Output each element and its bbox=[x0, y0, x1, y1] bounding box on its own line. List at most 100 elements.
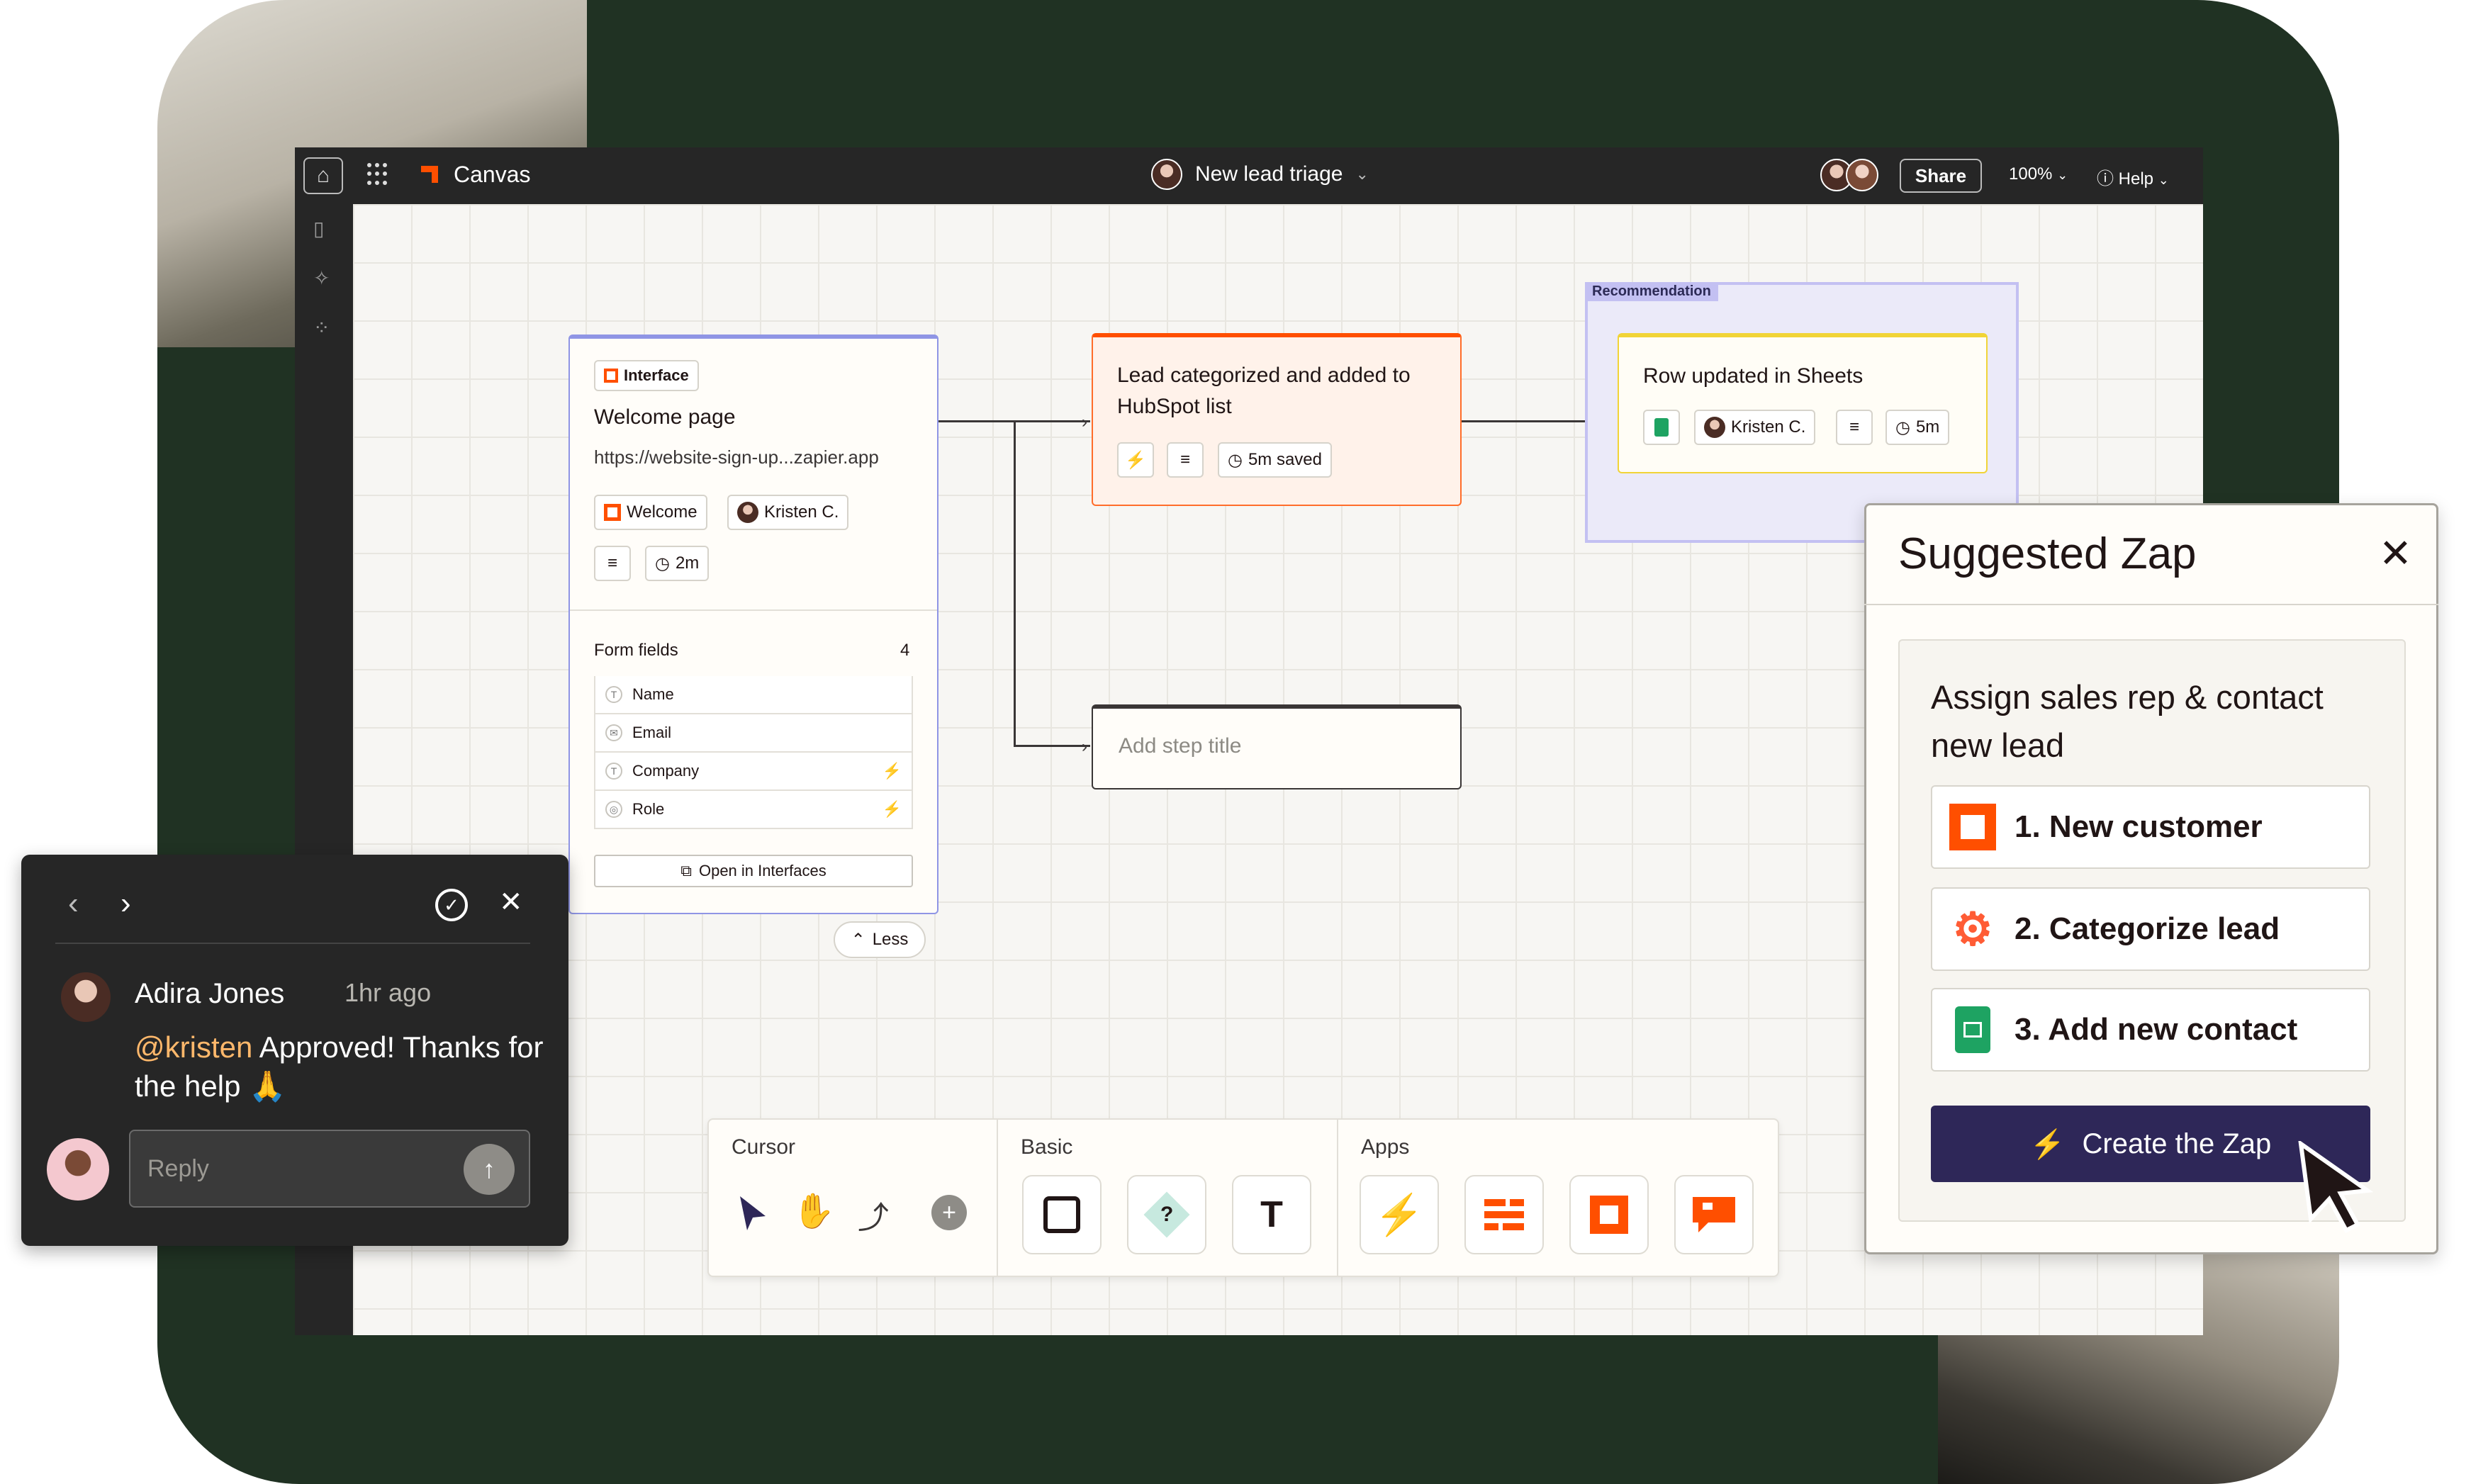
suggested-zap-title: Suggested Zap bbox=[1898, 529, 2197, 578]
bolt-icon: ⚡ bbox=[2029, 1128, 2066, 1160]
field-name: Company bbox=[632, 762, 700, 780]
tables-app-button[interactable] bbox=[1464, 1175, 1544, 1254]
notes-icon[interactable]: ≡ bbox=[1167, 442, 1204, 478]
resolve-check-icon[interactable]: ✓ bbox=[435, 889, 468, 921]
zoom-dropdown[interactable]: 100% ⌄ bbox=[2009, 164, 2068, 184]
text-icon: T bbox=[1260, 1194, 1283, 1235]
hubspot-icon: ⚙ bbox=[1952, 903, 1993, 955]
notes-icon[interactable]: ≡ bbox=[1836, 410, 1873, 445]
open-in-interfaces-button[interactable]: ⧉ Open in Interfaces bbox=[594, 855, 913, 887]
zap-step-categorize-lead[interactable]: ⚙ 2. Categorize lead bbox=[1931, 887, 2370, 971]
step-label: 1. New customer bbox=[2015, 809, 2263, 844]
book-icon[interactable]: ▯ bbox=[313, 217, 324, 240]
zap-app-button[interactable]: ⚡ bbox=[1360, 1175, 1439, 1254]
zap-step-add-contact[interactable]: 3. Add new contact bbox=[1931, 988, 2370, 1072]
shape-decision-button[interactable]: ? bbox=[1127, 1175, 1206, 1254]
form-fields-label: Form fields bbox=[594, 641, 678, 660]
app-title: Canvas bbox=[454, 162, 531, 187]
add-step-title-input[interactable]: Add step title bbox=[1119, 734, 1241, 758]
timer-icon: ◷ bbox=[655, 553, 670, 573]
notes-icon[interactable]: ≡ bbox=[594, 546, 631, 581]
owner-pill[interactable]: Kristen C. bbox=[1694, 410, 1816, 445]
zoom-level: 100% bbox=[2009, 164, 2053, 184]
basic-section-label: Basic bbox=[1021, 1135, 1073, 1159]
zap-name-dropdown[interactable]: New lead triage ⌄ bbox=[1151, 159, 1369, 190]
select-type-icon: ◎ bbox=[605, 801, 622, 818]
step-label: 2. Categorize lead bbox=[2015, 911, 2280, 946]
time-label: 2m bbox=[675, 553, 700, 573]
pointer-icon[interactable] bbox=[737, 1195, 768, 1232]
sparkle-icon[interactable]: ✧ bbox=[313, 266, 330, 290]
components-icon[interactable]: ⁘ bbox=[313, 316, 330, 339]
help-dropdown[interactable]: ⓘ Help ⌄ bbox=[2097, 164, 2169, 189]
chevron-left-icon[interactable]: ‹ bbox=[68, 886, 79, 921]
less-button[interactable]: ⌃ Less bbox=[834, 921, 926, 958]
chevron-down-icon: ⌄ bbox=[2057, 168, 2068, 182]
square-icon bbox=[1043, 1196, 1080, 1233]
cursor-section-label: Cursor bbox=[732, 1135, 796, 1159]
form-field-row[interactable]: T Company ⚡ bbox=[594, 753, 913, 791]
time-pill: ◷ 2m bbox=[645, 546, 710, 581]
comment-time: 1hr ago bbox=[344, 978, 432, 1007]
toolbar-divider bbox=[1337, 1120, 1338, 1276]
canvas-logo-icon bbox=[421, 166, 438, 183]
text-tool-button[interactable]: T bbox=[1232, 1175, 1311, 1254]
interfaces-app-button[interactable] bbox=[1569, 1175, 1649, 1254]
share-button[interactable]: Share bbox=[1900, 159, 1982, 193]
shape-square-button[interactable] bbox=[1022, 1175, 1102, 1254]
external-link-icon: ⧉ bbox=[680, 862, 692, 879]
chatbots-app-button[interactable] bbox=[1674, 1175, 1754, 1254]
owner-pill[interactable]: Kristen C. bbox=[727, 495, 849, 530]
sheets-step-title: Row updated in Sheets bbox=[1643, 364, 1864, 388]
step-label: 3. Add new contact bbox=[2015, 1012, 2298, 1047]
apps-section-label: Apps bbox=[1361, 1135, 1410, 1159]
comment-text: @kristen Approved! Thanks for the help 🙏 bbox=[135, 1028, 546, 1106]
form-field-row[interactable]: ◎ Role ⚡ bbox=[594, 791, 913, 829]
hand-icon[interactable]: ✋ bbox=[792, 1191, 835, 1231]
open-label: Open in Interfaces bbox=[698, 862, 826, 879]
bolt-icon: ⚡ bbox=[882, 800, 902, 818]
apps-grid-icon[interactable] bbox=[367, 163, 390, 186]
bolt-icon[interactable]: ⚡ bbox=[1117, 442, 1154, 478]
text-type-icon: T bbox=[605, 763, 622, 780]
avatar bbox=[737, 502, 758, 523]
page-pill[interactable]: Welcome bbox=[594, 495, 707, 530]
connector-tool-icon[interactable]: ⤴ bbox=[858, 1192, 889, 1237]
comment-author: Adira Jones bbox=[135, 978, 285, 1009]
sheets-step-card[interactable] bbox=[1618, 333, 1988, 473]
form-field-row[interactable]: T Name bbox=[594, 676, 913, 714]
zap-name: New lead triage bbox=[1195, 162, 1343, 186]
mouse-cursor-icon bbox=[2298, 1141, 2374, 1233]
interfaces-icon bbox=[1949, 804, 1996, 850]
close-icon[interactable]: ✕ bbox=[2379, 530, 2412, 577]
arrowhead-icon: › bbox=[1082, 412, 1087, 432]
home-icon[interactable]: ⌂ bbox=[303, 157, 343, 194]
field-name: Email bbox=[632, 724, 672, 741]
interface-title: Welcome page bbox=[594, 405, 736, 429]
divider bbox=[55, 943, 530, 944]
time-saved-label: 5m saved bbox=[1248, 450, 1323, 469]
page-pill-label: Welcome bbox=[627, 502, 697, 522]
send-arrow-icon[interactable]: ↑ bbox=[464, 1144, 515, 1195]
interface-badge-label: Interface bbox=[624, 366, 689, 384]
create-label: Create the Zap bbox=[2082, 1128, 2272, 1159]
close-icon[interactable]: ✕ bbox=[499, 886, 523, 918]
text-type-icon: T bbox=[605, 686, 622, 703]
timer-icon: ◷ bbox=[1228, 450, 1243, 470]
suggested-zap-description: Assign sales rep & contact new lead bbox=[1931, 678, 2324, 764]
mention[interactable]: @kristen bbox=[135, 1030, 252, 1064]
tables-icon bbox=[1484, 1199, 1524, 1230]
less-label: Less bbox=[872, 930, 909, 949]
chevron-down-icon: ⌄ bbox=[1355, 165, 1369, 183]
form-field-row[interactable]: ✉ Email bbox=[594, 714, 913, 753]
chevron-right-icon[interactable]: › bbox=[121, 886, 131, 921]
chatbot-icon bbox=[1693, 1197, 1735, 1232]
time-label: 5m bbox=[1915, 417, 1940, 437]
add-comment-icon[interactable]: + bbox=[931, 1195, 967, 1230]
divider bbox=[570, 609, 937, 611]
interface-url: https://website-sign-up...zapier.app bbox=[594, 446, 879, 468]
collaborator-avatar[interactable] bbox=[1846, 159, 1878, 191]
help-icon: ⓘ bbox=[2097, 169, 2114, 189]
zap-step-new-customer[interactable]: 1. New customer bbox=[1931, 785, 2370, 869]
chevron-up-icon: ⌃ bbox=[851, 930, 865, 950]
